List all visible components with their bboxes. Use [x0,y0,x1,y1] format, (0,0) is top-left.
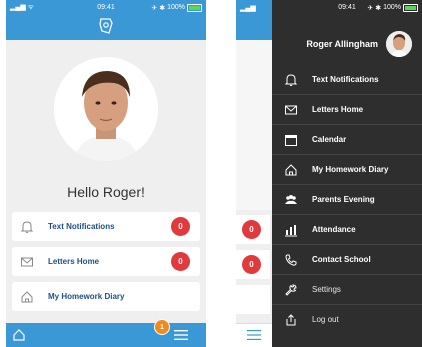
menu-item-label: Settings [312,285,341,294]
battery-icon [403,3,418,12]
hamburger-menu-icon[interactable] [174,329,188,341]
menu-item-label: Attendance [312,225,356,234]
card-label: Text Notifications [48,222,115,231]
bell-icon [20,220,34,233]
navigation-drawer: 09:41 ✈ ✱ 100% Roger Allingham Text Noti… [272,0,422,347]
envelope-icon [285,105,297,114]
background-home-screen: ▂▄▆ 0 0 [236,0,272,347]
people-icon [285,194,297,204]
bottom-bar: 1 [6,319,206,347]
menu-item-log-out[interactable]: Log out [272,305,422,334]
school-logo-icon [99,18,113,34]
background-card: 0 [236,250,270,279]
calendar-icon [285,134,297,146]
wrench-icon [285,283,297,296]
status-bar: 09:41 ✈ ✱ 100% [272,0,422,15]
menu-item-my-homework-diary[interactable]: My Homework Diary [272,155,422,184]
background-top-bar: ▂▄▆ [236,0,272,40]
background-card: 0 [236,215,270,244]
phone-icon [285,254,297,266]
signal-icon: ▂▄▆ [240,4,256,12]
home-icon[interactable] [12,328,26,342]
user-name: Roger Allingham [306,39,378,49]
menu-item-label: My Homework Diary [312,165,389,174]
menu-item-label: Parents Evening [312,195,375,204]
menu-screen: ▂▄▆ 0 0 09:41 ✈ ✱ 100% Roger Allingham T… [236,0,422,347]
profile-photo [54,57,158,161]
logout-icon [286,313,296,325]
home-icon [21,290,33,302]
status-time: 09:41 [97,4,115,11]
status-bar: ▂▄▆ ᯤ 09:41 ✈ ✱ 100% [6,0,206,15]
greeting-text: Hello Roger! [67,184,145,200]
count-badge: 0 [242,220,261,239]
status-bar: ▂▄▆ [236,0,272,15]
avatar[interactable] [386,31,412,57]
menu-item-letters-home[interactable]: Letters Home [272,95,422,124]
menu-item-settings[interactable]: Settings [272,275,422,304]
count-badge: 0 [242,255,261,274]
menu-item-contact-school[interactable]: Contact School [272,245,422,274]
background-card [236,285,270,314]
menu-item-attendance[interactable]: Attendance [272,215,422,244]
home-screen: ▂▄▆ ᯤ 09:41 ✈ ✱ 100% Hello Roger! Text N… [6,0,206,347]
card-label: My Homework Diary [48,292,125,301]
envelope-icon [21,257,33,266]
menu-notification-badge: 1 [154,319,170,335]
profile-photo [386,31,412,57]
menu-item-label: Log out [312,315,339,324]
count-badge: 0 [171,252,190,271]
bar-chart-icon [285,224,297,236]
card-label: Letters Home [48,257,100,266]
battery-icon [187,3,202,12]
menu-item-label: Contact School [312,255,371,264]
menu-item-calendar[interactable]: Calendar [272,125,422,154]
avatar[interactable] [54,57,158,161]
menu-item-text-notifications[interactable]: Text Notifications [272,65,422,94]
hamburger-menu-icon[interactable] [247,329,261,341]
menu-item-label: Text Notifications [312,75,379,84]
card-my-homework-diary[interactable]: My Homework Diary [12,282,200,311]
home-icon [285,163,297,175]
menu-item-label: Letters Home [312,105,364,114]
card-letters-home[interactable]: Letters Home 0 [12,247,200,276]
menu-item-label: Calendar [312,135,347,144]
bell-icon [284,73,298,86]
status-time: 09:41 [338,4,356,11]
drawer-user-header[interactable]: Roger Allingham [272,26,422,62]
menu-item-parents-evening[interactable]: Parents Evening [272,185,422,214]
background-content [236,40,272,210]
top-bar: ▂▄▆ ᯤ 09:41 ✈ ✱ 100% [6,0,206,40]
count-badge: 0 [171,217,190,236]
card-text-notifications[interactable]: Text Notifications 0 [12,212,200,241]
